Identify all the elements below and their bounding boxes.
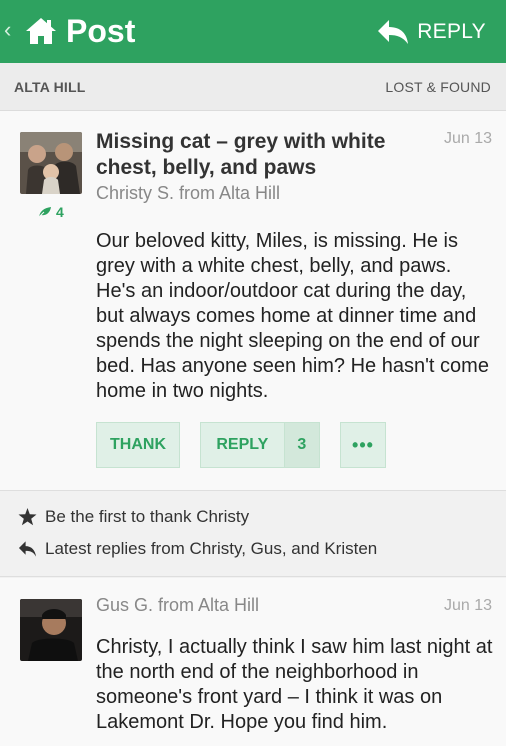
post-context-bar: ALTA HILL LOST & FOUND xyxy=(0,63,506,111)
thank-prompt[interactable]: Be the first to thank Christy xyxy=(18,507,249,527)
category-link[interactable]: LOST & FOUND xyxy=(385,79,491,95)
post-body: Our beloved kitty, Miles, is missing. He… xyxy=(96,230,489,402)
post-title: Missing cat – grey with white chest, bel… xyxy=(96,130,386,179)
thanks-count: 4 xyxy=(56,204,64,220)
reply-count: 3 xyxy=(283,423,319,467)
latest-replies-link[interactable]: Latest replies from Christy, Gus, and Kr… xyxy=(18,539,377,559)
post-actions: THANK REPLY 3 ••• xyxy=(96,422,386,468)
reply-button[interactable]: REPLY 3 xyxy=(200,422,320,468)
thank-prompt-text: Be the first to thank Christy xyxy=(45,507,250,526)
top-app-bar: ‹ Post REPLY xyxy=(0,0,506,63)
reply-button-label: REPLY xyxy=(216,436,269,453)
thanks-count-badge: 4 xyxy=(38,204,64,220)
more-options-button[interactable]: ••• xyxy=(340,422,386,468)
post-card: 4 Jun 13 Missing cat – grey with white c… xyxy=(0,111,506,491)
author-avatar[interactable] xyxy=(20,132,82,194)
reply-arrow-icon xyxy=(18,541,37,557)
header-reply-label: REPLY xyxy=(417,20,486,43)
reply-body: Christy, I actually think I saw him last… xyxy=(96,636,493,733)
reply-item: Gus G. from Alta Hill Jun 13 Christy, I … xyxy=(0,578,506,746)
leaf-icon xyxy=(38,207,51,218)
post-activity: Be the first to thank Christy Latest rep… xyxy=(0,492,506,577)
latest-replies-text: Latest replies from Christy, Gus, and Kr… xyxy=(45,539,378,558)
reply-author[interactable]: Gus G. from Alta Hill xyxy=(96,595,259,616)
star-icon xyxy=(18,508,37,526)
neighborhood-link[interactable]: ALTA HILL xyxy=(14,79,86,95)
post-date: Jun 13 xyxy=(443,130,492,147)
reply-author-avatar[interactable] xyxy=(20,599,82,661)
page-title: Post xyxy=(66,13,136,49)
back-chevron-icon[interactable]: ‹ xyxy=(4,19,11,41)
reply-date: Jun 13 xyxy=(443,597,492,614)
thank-button[interactable]: THANK xyxy=(96,422,180,468)
home-icon[interactable] xyxy=(24,16,58,46)
post-author[interactable]: Christy S. from Alta Hill xyxy=(96,183,280,204)
header-reply-button[interactable]: REPLY xyxy=(377,14,486,50)
reply-arrow-icon xyxy=(378,20,409,44)
